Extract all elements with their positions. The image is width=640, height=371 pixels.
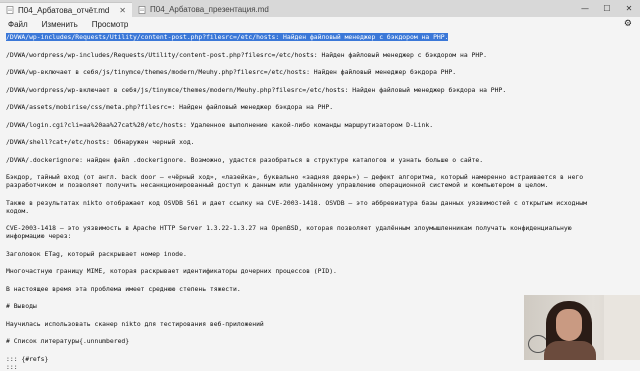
menu-edit[interactable]: Изменить bbox=[42, 20, 78, 29]
maximize-button[interactable]: ☐ bbox=[596, 4, 618, 13]
editor-line: Также в результатах nikto отображает код… bbox=[6, 198, 587, 207]
document-icon bbox=[6, 6, 14, 14]
selected-text: /DVWA/wp-includes/Requests/Utility/conte… bbox=[6, 33, 449, 41]
document-icon bbox=[138, 5, 146, 14]
editor-line: /DVWA/wordpress/wp-includes/Requests/Uti… bbox=[6, 50, 487, 59]
tab-report-label: П04_Арбатова_отчёт.md bbox=[18, 5, 110, 15]
tab-report[interactable]: П04_Арбатова_отчёт.md ✕ bbox=[0, 2, 132, 17]
close-icon[interactable]: ✕ bbox=[119, 6, 126, 15]
editor-line: разработчиком и позволяет получить несан… bbox=[6, 181, 549, 189]
editor-line: /DVWA/wp-включает в себя/js/tinymce/them… bbox=[6, 68, 457, 76]
editor-line: /DVWA/shell?cat+/etc/hosts: Обнаружен че… bbox=[6, 138, 195, 146]
tab-bar: П04_Арбатова_отчёт.md ✕ П04_Арбатова_пре… bbox=[0, 0, 640, 17]
menu-bar: Файл Изменить Просмотр ⚙ bbox=[0, 17, 640, 31]
editor-line: CVE-2003-1418 — это уязвимость в Apache … bbox=[6, 224, 572, 232]
editor-line: В настоящее время эта проблема имеет сре… bbox=[6, 284, 241, 293]
editor-line: кодом. bbox=[6, 206, 30, 215]
editor-line: ::: bbox=[6, 362, 18, 371]
menu-file[interactable]: Файл bbox=[8, 20, 28, 29]
presenter-face bbox=[556, 309, 582, 341]
editor-line: Многочастную границу MIME, которая раскр… bbox=[6, 267, 337, 275]
editor-line: /DVWA/assets/mobirise/css/meta.php?files… bbox=[6, 103, 334, 111]
minimize-button[interactable]: — bbox=[574, 4, 596, 13]
webcam-overlay bbox=[524, 295, 640, 360]
menu-view[interactable]: Просмотр bbox=[92, 20, 129, 29]
gear-icon[interactable]: ⚙ bbox=[624, 19, 632, 29]
editor-line: Заголовок ETag, который раскрывает номер… bbox=[6, 249, 187, 258]
tab-presentation-label: П04_Арбатова_презентация.md bbox=[150, 5, 269, 14]
editor-line: /DVWA/login.cgi?cli=aa%20aa%27cat%20/etc… bbox=[6, 120, 434, 129]
editor-line: Бэкдор, тайный вход (от англ. back door … bbox=[6, 173, 584, 181]
editor-line: информацию через: bbox=[6, 232, 72, 240]
editor-line: /DVWA/wordpress/wp-включает в себя/js/ti… bbox=[6, 85, 507, 94]
editor-line: /DVWA/.dockerignore: найден файл .docker… bbox=[6, 155, 484, 164]
window-controls: — ☐ ✕ bbox=[574, 0, 640, 17]
editor-line: /DVWA/wp-includes/Requests/Utility/conte… bbox=[6, 33, 634, 41]
close-window-button[interactable]: ✕ bbox=[618, 4, 640, 13]
tab-presentation[interactable]: П04_Арбатова_презентация.md bbox=[132, 2, 280, 17]
